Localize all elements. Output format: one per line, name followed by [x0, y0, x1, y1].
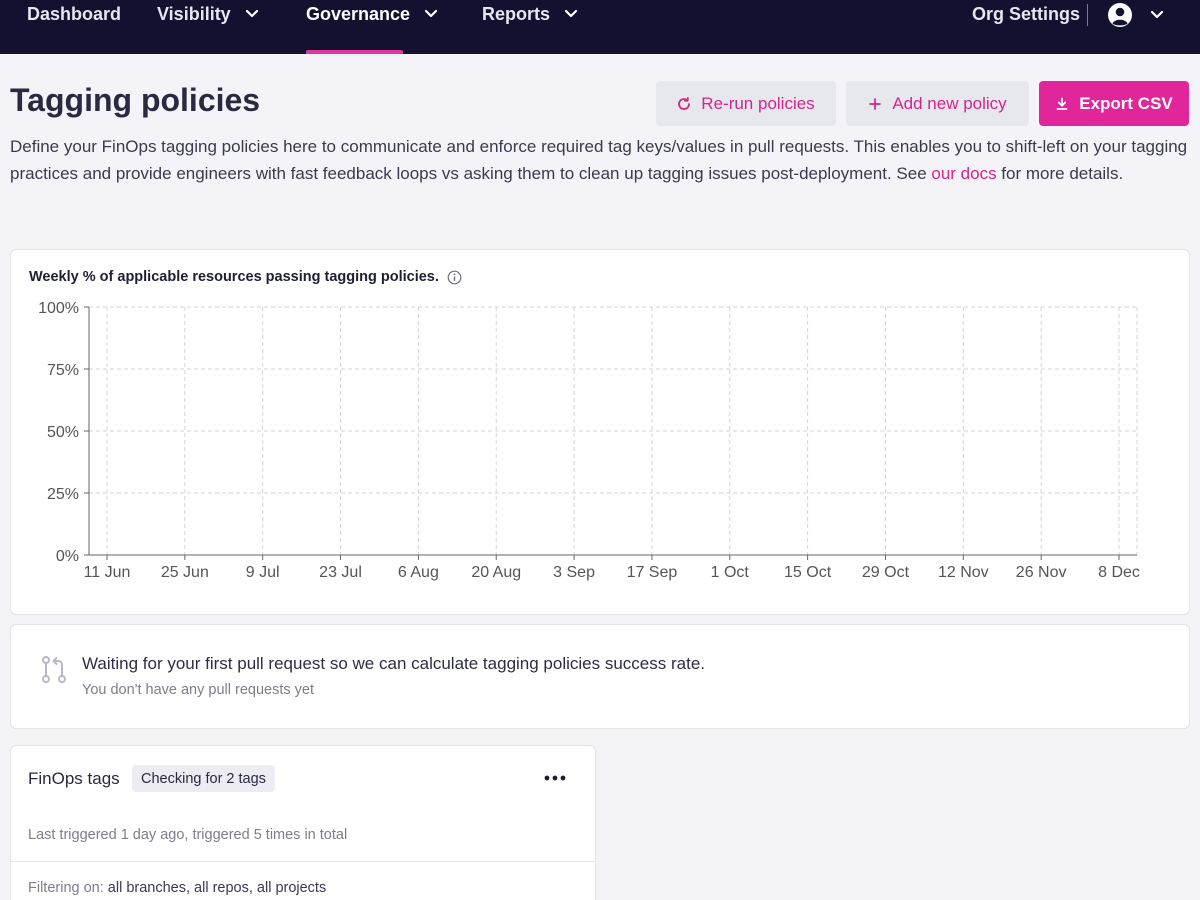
docs-link[interactable]: our docs [931, 164, 996, 183]
chevron-down-icon [424, 9, 438, 18]
chevron-down-icon [1150, 10, 1164, 19]
nav-governance[interactable]: Governance [306, 0, 438, 54]
policy-tag-count-badge: Checking for 2 tags [132, 765, 275, 792]
y-tick-label: 0% [56, 548, 79, 565]
x-tick-label: 25 Jun [161, 564, 209, 581]
user-menu-button[interactable] [1106, 0, 1164, 30]
x-tick-label: 20 Aug [471, 564, 521, 581]
y-tick-label: 50% [47, 424, 79, 441]
plus-icon [868, 97, 882, 111]
top-nav: Dashboard Visibility Governance Reports … [0, 0, 1200, 54]
x-tick-label: 9 Jul [246, 564, 280, 581]
user-circle-icon [1108, 3, 1132, 27]
refresh-icon [677, 96, 691, 111]
pull-request-status-card: Waiting for your first pull request so w… [10, 624, 1190, 729]
x-tick-label: 11 Jun [84, 564, 131, 581]
nav-dashboard[interactable]: Dashboard [27, 0, 121, 54]
tagging-chart: 0% 25% 50% 75% 100% 11 Jun 25 Jun 9 Jul 23 Jul 6 … [38, 300, 1140, 581]
active-nav-indicator [306, 50, 403, 54]
rerun-policies-label: Re-run policies [701, 93, 815, 113]
y-tick-label: 25% [47, 486, 79, 503]
export-csv-button[interactable]: Export CSV [1039, 81, 1189, 126]
waiting-subtext: You don't have any pull requests yet [82, 682, 314, 698]
policy-filter-info: Filtering on: all branches, all repos, a… [28, 880, 326, 896]
git-pull-request-icon [42, 656, 66, 683]
x-tick-label: 17 Sep [627, 564, 678, 581]
nav-visibility-label: Visibility [157, 4, 231, 24]
page-description: Define your FinOps tagging policies here… [10, 134, 1190, 187]
nav-visibility[interactable]: Visibility [157, 0, 259, 54]
x-tick-label: 15 Oct [784, 564, 832, 581]
policy-trigger-info: Last triggered 1 day ago, triggered 5 ti… [28, 827, 348, 843]
x-tick-label: 8 Dec [1098, 564, 1140, 581]
description-text-end: for more details. [996, 163, 1124, 183]
nav-dashboard-label: Dashboard [27, 4, 122, 24]
divider [11, 861, 595, 862]
x-tick-label: 6 Aug [398, 564, 439, 581]
x-tick-label: 29 Oct [862, 564, 910, 581]
nav-divider [1087, 4, 1088, 26]
policy-name: FinOps tags [28, 769, 120, 788]
x-tick-label: 12 Nov [938, 564, 989, 581]
chevron-down-icon [564, 9, 578, 18]
y-tick-label: 100% [38, 300, 79, 317]
nav-reports-label: Reports [482, 4, 551, 24]
x-tick-label: 3 Sep [553, 564, 595, 581]
y-tick-label: 75% [47, 362, 79, 379]
more-options-icon[interactable] [544, 774, 566, 782]
x-tick-label: 1 Oct [711, 564, 750, 581]
export-csv-label: Export CSV [1079, 93, 1173, 113]
org-settings-label: Org Settings [972, 4, 1081, 24]
page-title: Tagging policies [10, 82, 261, 118]
x-tick-label: 23 Jul [319, 564, 362, 581]
x-tick-label: 26 Nov [1016, 564, 1067, 581]
filter-label: Filtering on: [28, 880, 104, 896]
waiting-message: Waiting for your first pull request so w… [82, 654, 705, 673]
rerun-policies-button[interactable]: Re-run policies [656, 81, 836, 126]
policy-card[interactable]: FinOps tags Checking for 2 tags Last tri… [10, 745, 596, 900]
org-settings-link[interactable]: Org Settings [972, 0, 1080, 54]
add-new-policy-button[interactable]: Add new policy [846, 81, 1029, 126]
nav-governance-label: Governance [306, 4, 411, 24]
download-icon [1055, 97, 1069, 111]
add-new-policy-label: Add new policy [892, 93, 1007, 113]
nav-reports[interactable]: Reports [482, 0, 578, 54]
chart-card: Weekly % of applicable resources passing… [10, 249, 1190, 615]
chevron-down-icon [245, 9, 258, 18]
filter-value: all branches, all repos, all projects [107, 880, 327, 896]
